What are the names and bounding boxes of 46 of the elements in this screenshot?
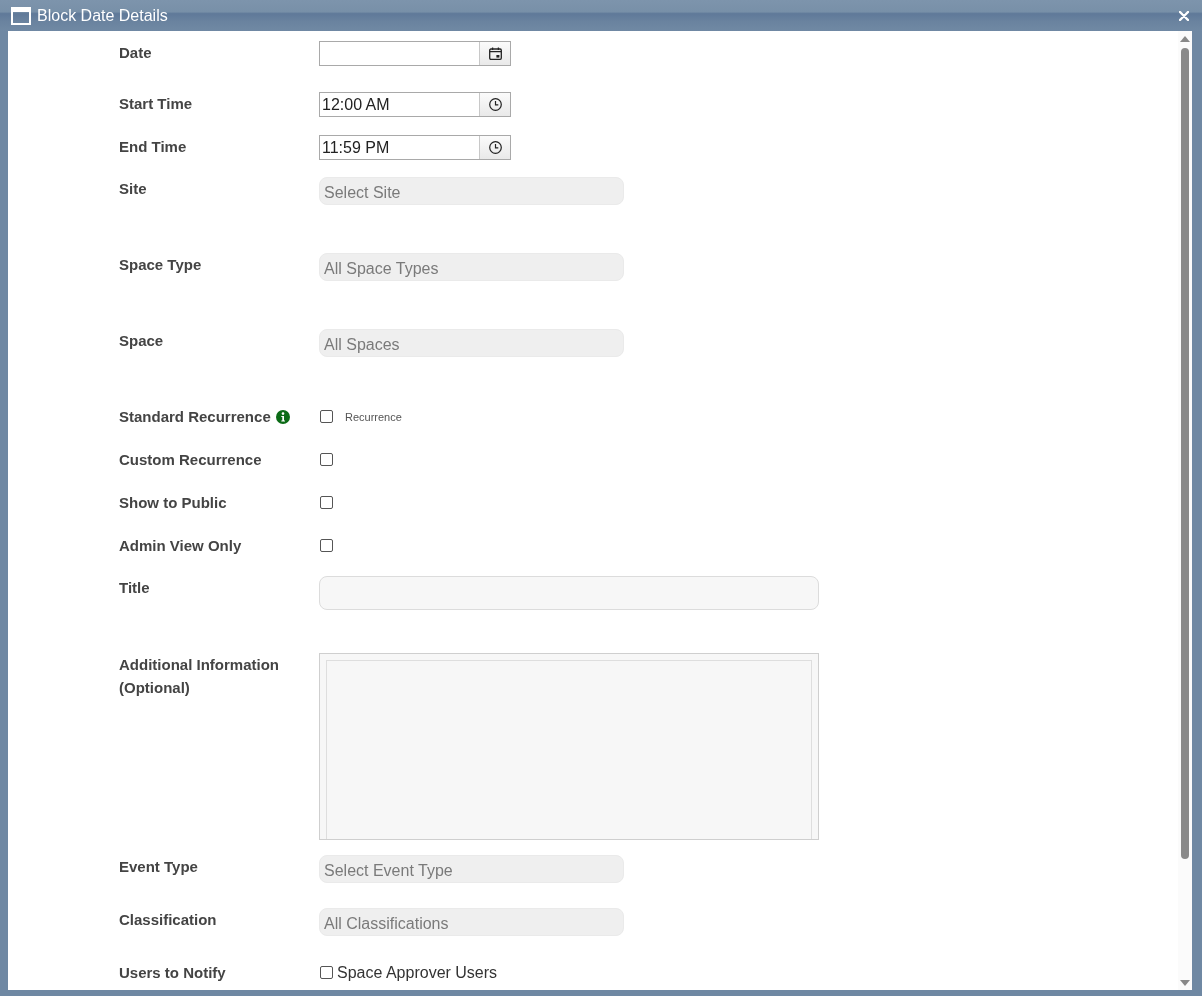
select-dropdown[interactable]: Select Event Type [319,855,624,883]
field-label: Standard Recurrence [119,407,271,427]
field-label: Site [119,179,147,199]
checkbox[interactable] [320,496,333,509]
checkbox[interactable] [320,453,333,466]
checkbox[interactable] [320,966,333,979]
select-dropdown[interactable]: All Classifications [319,908,624,936]
field-label: Admin View Only [119,536,242,556]
window-title: Block Date Details [37,5,168,26]
field-label: Custom Recurrence [119,450,262,470]
field-label: Event Type [119,857,198,877]
date-field[interactable] [319,41,511,66]
scrollbar[interactable] [1178,31,1192,990]
clock-icon [488,98,502,111]
clock-button[interactable] [479,136,510,159]
field-label: Space [119,331,164,351]
checkbox[interactable] [320,410,333,423]
field-label: Users to Notify [119,963,226,983]
select-dropdown[interactable]: Select Site [319,177,624,205]
calendar-icon [488,47,502,60]
checkbox[interactable] [320,539,333,552]
clock-icon [488,141,502,154]
field-label: Additional Information (Optional) [119,655,280,698]
calendar-button[interactable] [479,42,510,65]
checkbox-label: Recurrence [345,410,402,423]
clock-button[interactable] [479,93,510,116]
info-icon[interactable] [275,410,290,424]
field-label: Title [119,578,150,598]
field-label: Start Time [119,94,193,114]
time-field[interactable]: 12:00 AM [319,92,511,117]
field-label: End Time [119,137,187,157]
title-input[interactable] [319,576,819,610]
field-label: Space Type [119,255,202,275]
scroll-down-icon[interactable] [1180,980,1190,986]
close-button[interactable] [1179,10,1189,21]
field-label: Date [119,43,152,63]
close-icon [1179,10,1189,21]
select-dropdown[interactable]: All Space Types [319,253,624,281]
scrollbar-thumb[interactable] [1181,48,1189,859]
checkbox-label: Space Approver Users [337,962,498,983]
select-dropdown[interactable]: All Spaces [319,329,624,357]
field-label: Classification [119,910,217,930]
window-icon [11,6,31,25]
field-label: Show to Public [119,493,227,513]
scroll-up-icon[interactable] [1180,36,1190,42]
time-field[interactable]: 11:59 PM [319,135,511,160]
